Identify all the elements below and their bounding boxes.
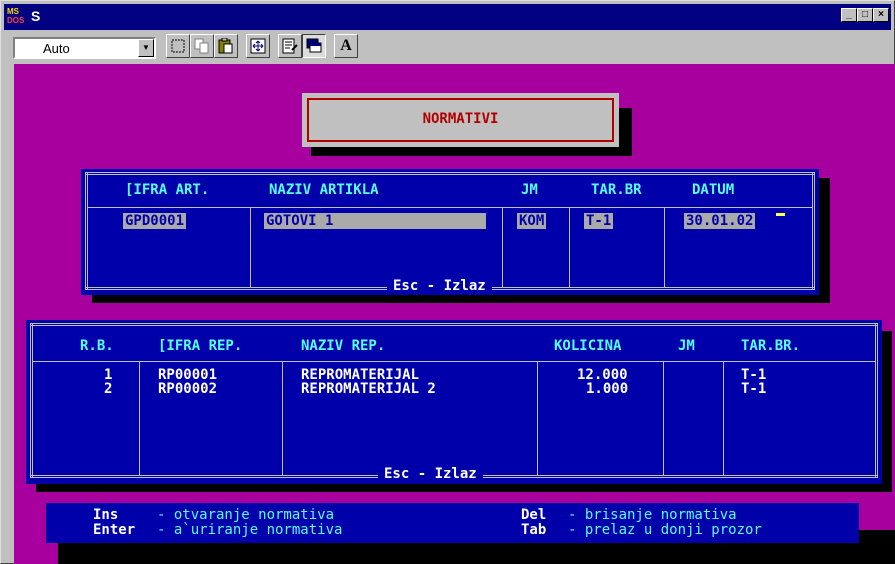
title-box: NORMATIVI (302, 93, 619, 147)
mark-button[interactable] (166, 34, 190, 58)
toolbar: Auto ▼ A (4, 32, 891, 62)
dos-screen-top (14, 64, 895, 90)
maximize-button[interactable]: □ (857, 8, 873, 22)
font-size-value: Auto (43, 41, 70, 56)
material-panel[interactable]: R.B. [IFRA REP. NAZIV REP. KOLICINA JM T… (26, 320, 882, 484)
help-desc-ins: - otvaranje normativa (157, 507, 335, 523)
col-header-tarbr: TAR.BR. (741, 338, 801, 354)
close-button[interactable]: × (873, 8, 889, 22)
frame-left (85, 172, 88, 290)
row-sifra: RP00002 (158, 381, 218, 397)
title-box-frame: NORMATIVI (307, 98, 614, 142)
lower-footer: Esc - Izlaz (378, 466, 483, 482)
background-icon (306, 38, 322, 53)
help-desc-del: - brisanje normativa (568, 507, 737, 523)
help-desc-enter: - a`uriranje normativa (157, 522, 343, 538)
col-divider-2 (502, 207, 503, 287)
col-divider-1 (250, 207, 251, 287)
background-button[interactable] (302, 34, 326, 58)
field-datum[interactable]: 30.01.02 (684, 213, 756, 229)
maximize-icon: □ (861, 9, 869, 20)
fullscreen-button[interactable] (246, 34, 270, 58)
col-header-tarbr: TAR.BR (591, 182, 642, 198)
frame-left (30, 323, 33, 478)
col-header-rb: R.B. (80, 338, 114, 354)
field-sifra-artikla[interactable]: GPD0001 (123, 213, 187, 229)
col-divider-2 (282, 361, 283, 475)
col-header-naziv-rep: NAZIV REP. (301, 338, 386, 354)
header-separator (88, 207, 812, 208)
frame-right (875, 323, 878, 478)
font-icon: A (340, 37, 352, 54)
close-icon: × (878, 9, 884, 20)
col-divider-1 (139, 361, 140, 475)
field-naziv-artikla[interactable]: GOTOVI 1 (264, 213, 486, 229)
col-header-naziv: NAZIV ARTIKLA (269, 182, 379, 198)
dos-screen[interactable]: NORMATIVI [IFRA ART. NAZIV ARTIKLA JM TA… (14, 90, 895, 564)
title-bar[interactable]: MS DOS S _ □ × (4, 4, 891, 30)
paste-button[interactable] (214, 34, 238, 58)
msdos-icon[interactable]: MS DOS (7, 7, 27, 27)
col-header-datum: DATUM (692, 182, 735, 198)
fullscreen-icon (250, 38, 266, 54)
upper-footer: Esc - Izlaz (387, 278, 492, 294)
help-key-ins: Ins (93, 507, 119, 523)
help-key-tab: Tab (521, 522, 547, 538)
header-separator (33, 361, 875, 362)
frame-top (30, 323, 878, 326)
col-header-jm: JM (521, 182, 538, 198)
chevron-down-icon[interactable]: ▼ (138, 39, 154, 57)
col-header-kolicina: KOLICINA (554, 338, 622, 354)
col-divider-3 (569, 207, 570, 287)
col-header-sifra-rep: [IFRA REP. (158, 338, 243, 354)
copy-icon (194, 38, 209, 54)
screen-title: NORMATIVI (422, 111, 499, 127)
row-rb: 2 (104, 381, 113, 397)
paste-icon (218, 37, 233, 54)
help-bar: Ins - otvaranje normativa Enter - a`urir… (46, 503, 859, 543)
col-divider-4 (663, 361, 664, 475)
icon-text-dos: DOS (7, 16, 25, 25)
col-divider-4 (664, 207, 665, 287)
properties-icon (282, 38, 298, 54)
copy-button[interactable] (190, 34, 214, 58)
window-title: S (31, 8, 41, 24)
help-desc-tab: - prelaz u donji prozor (568, 522, 762, 538)
mark-icon (171, 39, 185, 53)
help-key-enter: Enter (93, 522, 136, 538)
frame-right (812, 172, 815, 290)
font-size-combo[interactable]: Auto ▼ (13, 37, 156, 59)
row-naziv: REPROMATERIJAL 2 (301, 381, 436, 397)
minimize-button[interactable]: _ (841, 8, 857, 22)
font-button[interactable]: A (334, 34, 358, 58)
dos-window: MS DOS S _ □ × Auto ▼ A NORMATIVI [IFRA … (0, 0, 895, 564)
properties-button[interactable] (278, 34, 302, 58)
frame-top (85, 172, 815, 175)
article-panel[interactable]: [IFRA ART. NAZIV ARTIKLA JM TAR.BR DATUM… (81, 169, 819, 295)
minimize-icon: _ (846, 9, 852, 20)
icon-text-ms: MS (7, 7, 19, 16)
help-key-del: Del (521, 507, 547, 523)
field-tarbr[interactable]: T-1 (584, 213, 614, 229)
field-jm[interactable]: KOM (517, 213, 547, 229)
col-divider-3 (537, 361, 538, 475)
col-header-jm: JM (678, 338, 695, 354)
row-kolicina: 1.000 (586, 381, 629, 397)
col-divider-5 (723, 361, 724, 475)
row-tarbr: T-1 (741, 381, 767, 397)
text-cursor (776, 213, 785, 216)
col-header-sifra: [IFRA ART. (125, 182, 210, 198)
